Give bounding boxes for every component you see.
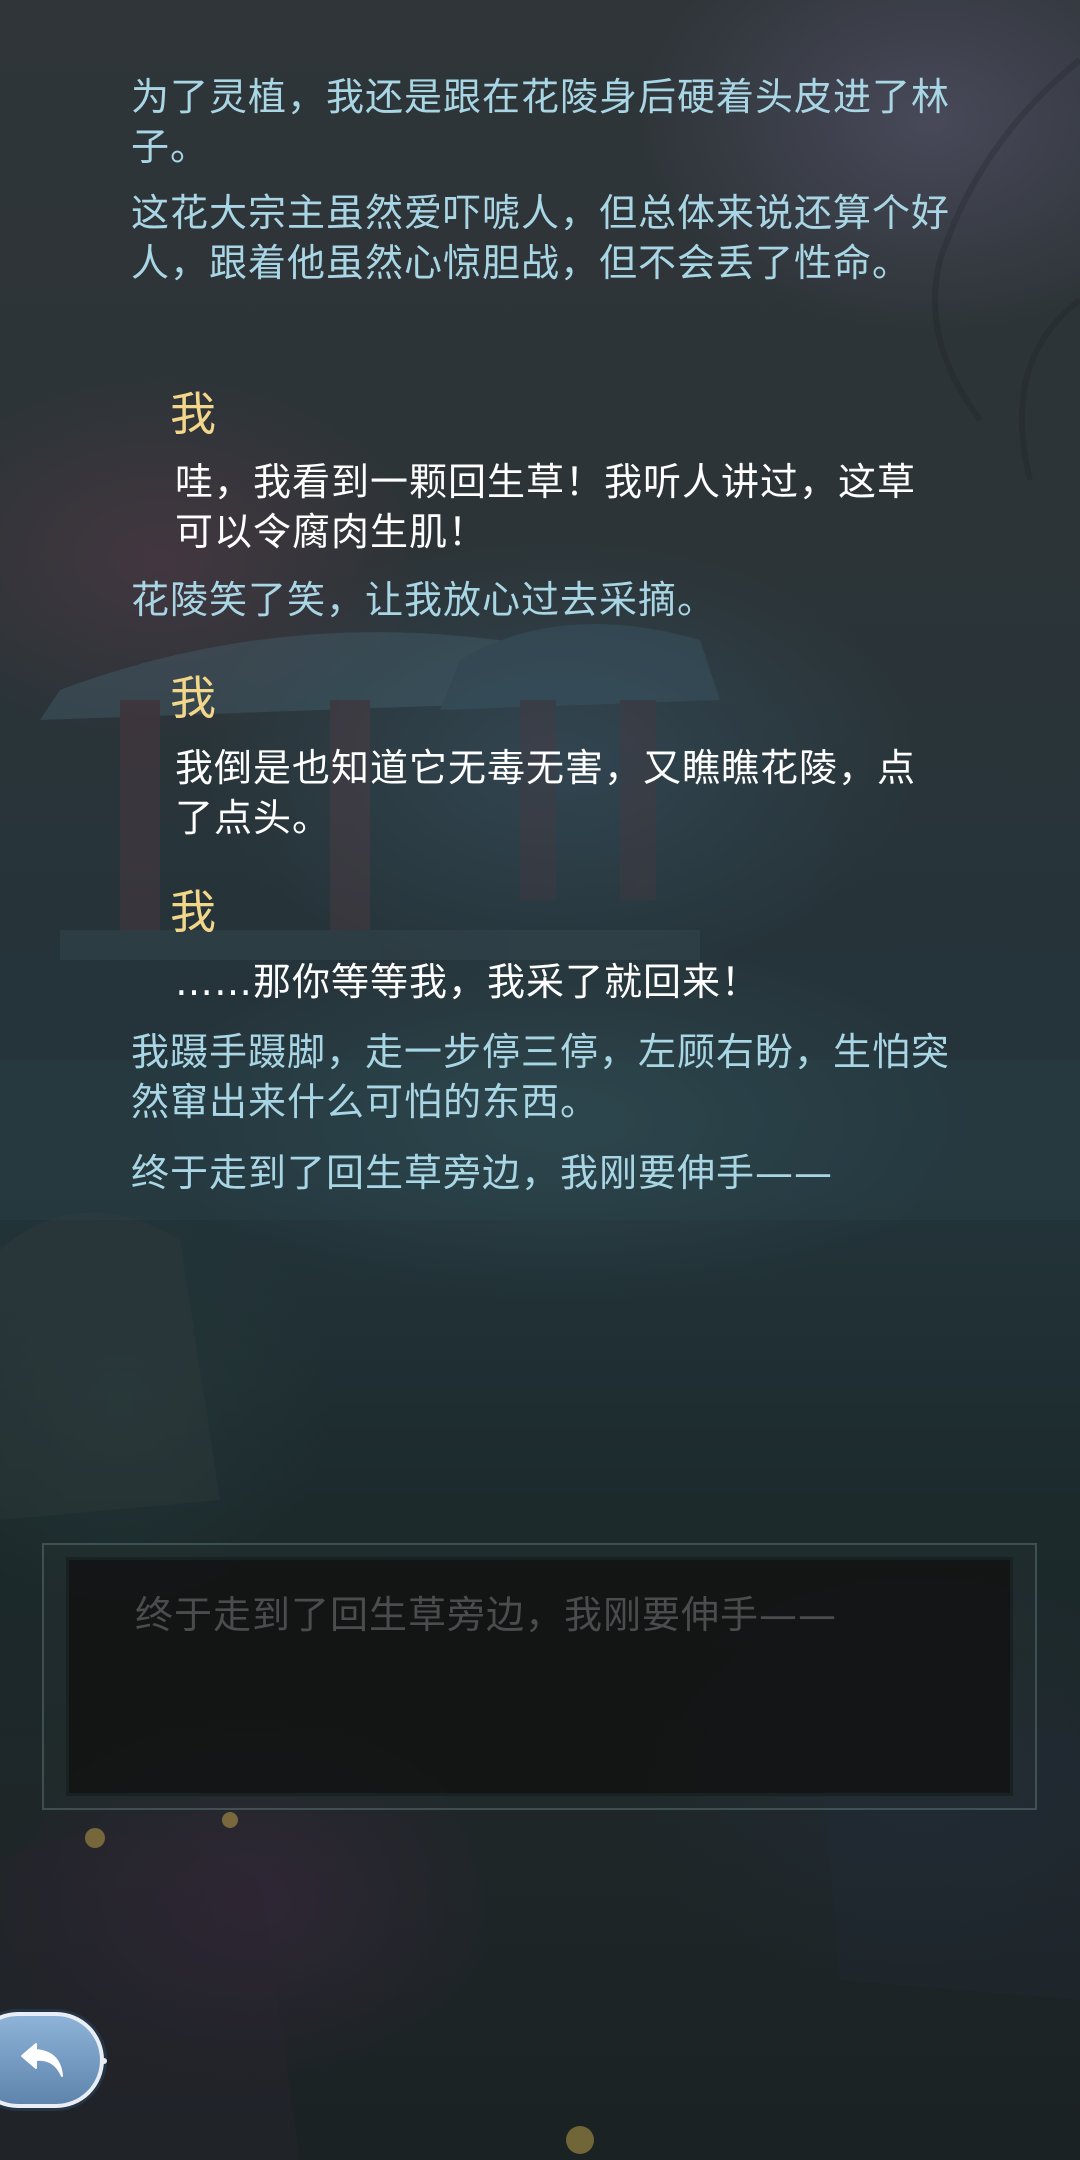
- speaker-name: 我: [170, 671, 216, 725]
- next-line-panel[interactable]: [42, 1543, 1037, 1810]
- dialogue-text: 哇，我看到一颗回生草！我听人讲过，这草可以令腐肉生肌！: [175, 460, 917, 554]
- narration-text: 为了灵植，我还是跟在花陵身后硬着头皮进了林子。: [131, 75, 951, 169]
- back-button-dot: [101, 2058, 107, 2064]
- back-arrow-icon: [21, 2043, 63, 2077]
- dialogue-text: ……那你等等我，我采了就回来！: [175, 960, 761, 1004]
- next-line-text: 终于走到了回生草旁边，我刚要伸手——: [135, 1593, 838, 1637]
- narration-text: 我蹑手蹑脚，走一步停三停，左顾右盼，生怕突然窜出来什么可怕的东西。: [131, 1030, 951, 1124]
- speaker-name: 我: [170, 885, 216, 939]
- back-button[interactable]: [0, 2012, 104, 2108]
- narration-text: 这花大宗主虽然爱吓唬人，但总体来说还算个好人，跟着他虽然心惊胆战，但不会丢了性命…: [131, 191, 951, 285]
- dialogue-text: 我倒是也知道它无毒无害，又瞧瞧花陵，点了点头。: [175, 746, 917, 840]
- speaker-name: 我: [170, 387, 216, 441]
- narration-text: 终于走到了回生草旁边，我刚要伸手——: [131, 1151, 834, 1195]
- story-scroll-area[interactable]: 为了灵植，我还是跟在花陵身后硬着头皮进了林子。 这花大宗主虽然爱吓唬人，但总体来…: [0, 0, 1080, 1230]
- narration-text: 花陵笑了笑，让我放心过去采摘。: [131, 578, 717, 622]
